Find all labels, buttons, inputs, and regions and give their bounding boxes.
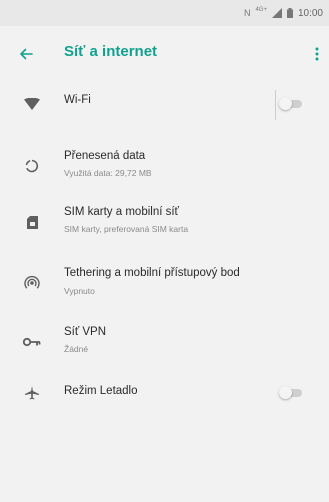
list-item-label: Tethering a mobilní přístupový bod <box>64 267 240 279</box>
network-type: 4G+ <box>255 7 267 13</box>
data-usage-icon <box>22 156 42 176</box>
list-item-subtitle: Vypnuto <box>64 286 95 296</box>
sim-card-icon <box>22 212 42 232</box>
more-vert-icon <box>315 47 319 61</box>
battery-icon <box>286 8 293 18</box>
vpn-key-icon <box>22 332 42 352</box>
signal-icon <box>271 8 282 18</box>
app-bar: Síť a internet <box>0 26 329 82</box>
list-item-tethering[interactable]: Tethering a mobilní přístupový bod Vypnu… <box>0 255 329 311</box>
hotspot-icon <box>22 273 42 293</box>
list-item-vpn[interactable]: Síť VPN Žádné <box>0 314 329 370</box>
clock: 10:00 <box>297 7 323 19</box>
list-item-subtitle: Žádné <box>64 344 89 354</box>
list-item-subtitle: Využitá data: 29,72 MB <box>64 168 152 178</box>
wifi-icon <box>22 94 42 114</box>
list-item-data-usage[interactable]: Přenesená data Využitá data: 29,72 MB <box>0 140 329 196</box>
list-item-label: SIM karty a mobilní síť <box>64 206 179 218</box>
wifi-toggle[interactable] <box>279 96 303 112</box>
list-item-label: Wi-Fi <box>64 94 91 106</box>
list-item-label: Přenesená data <box>64 150 146 162</box>
back-button[interactable] <box>14 42 38 66</box>
nfc-indicator: N <box>243 8 251 18</box>
more-options-button[interactable] <box>307 42 327 66</box>
airplane-icon <box>22 383 42 403</box>
airplane-mode-toggle[interactable] <box>279 385 303 401</box>
list-item-label: Režim Letadlo <box>64 385 138 397</box>
arrow-left-icon <box>20 48 33 60</box>
list-item-subtitle: SIM karty, preferovaná SIM karta <box>64 224 189 234</box>
status-bar: N 4G+ 10:00 <box>0 0 329 26</box>
page-title: Síť a internet <box>64 43 158 60</box>
toggle-thumb <box>279 97 292 110</box>
list-item-label: Síť VPN <box>64 326 107 338</box>
divider <box>275 90 276 120</box>
list-item-sim[interactable]: SIM karty a mobilní síť SIM karty, prefe… <box>0 196 329 252</box>
toggle-thumb <box>279 386 292 399</box>
